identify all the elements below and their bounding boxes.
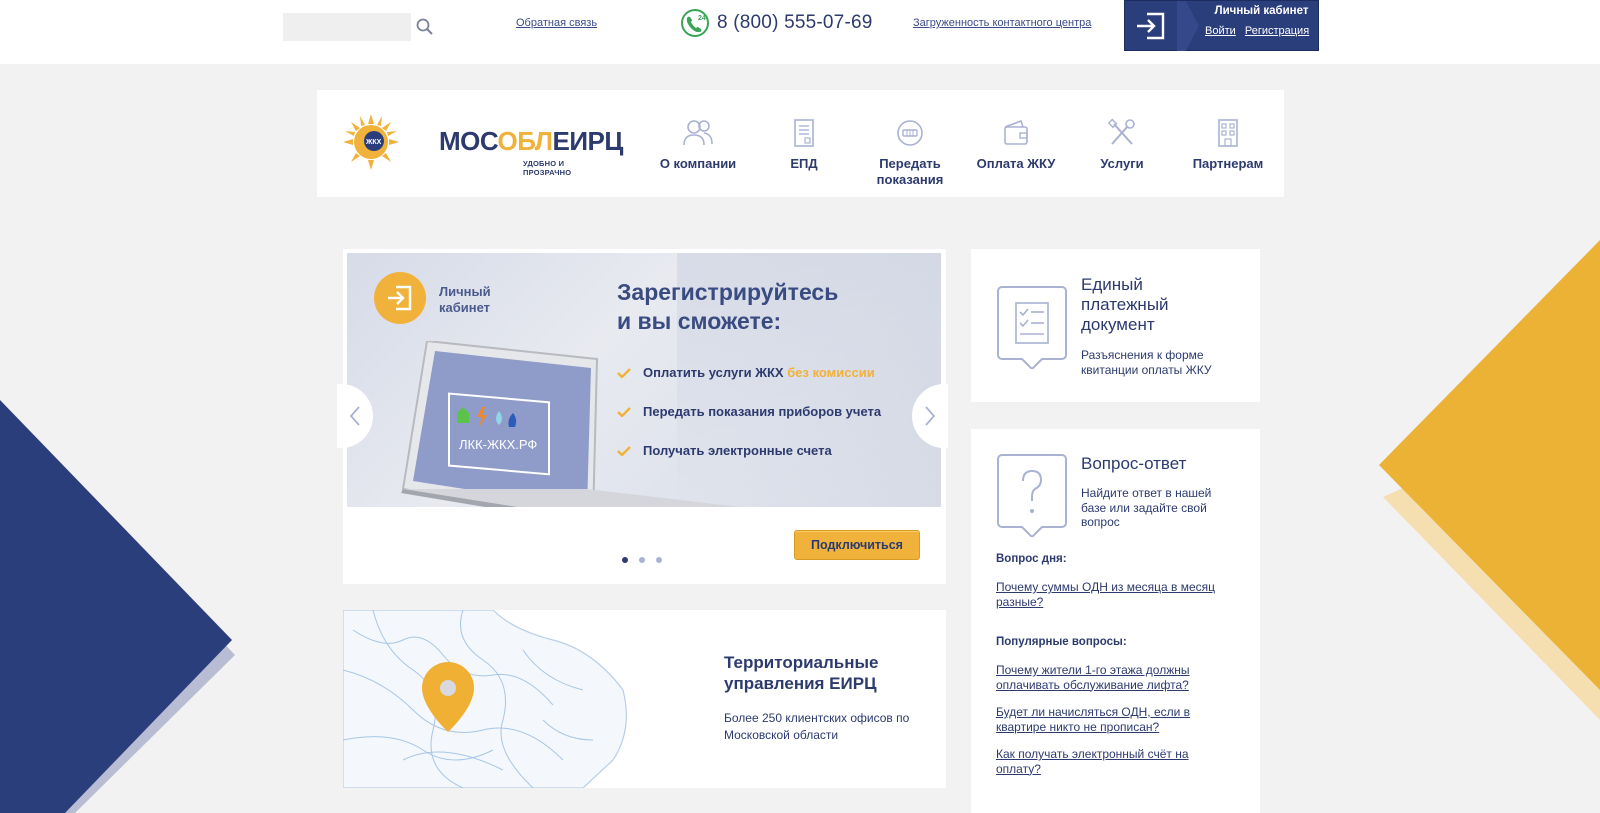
building-icon: [1218, 119, 1238, 147]
promo-slider: Личный кабинет Зарегистрируйтесь и вы см…: [337, 249, 948, 584]
search-icon[interactable]: [415, 17, 435, 37]
nav-services[interactable]: Услуги: [1069, 118, 1175, 172]
feedback-link[interactable]: Обратная связь: [516, 17, 597, 29]
register-link[interactable]: Регистрация: [1245, 25, 1309, 37]
faq-card-title: Вопрос-ответ: [1081, 454, 1187, 473]
nav-services-label: Услуги: [1100, 156, 1144, 171]
epd-card-desc: Разъяснения к форме квитанции оплаты ЖКУ: [1081, 348, 1212, 377]
nav-readings-label: Передать показания: [876, 156, 944, 187]
popular-question-link[interactable]: Почему жители 1-го этажа должны оплачива…: [996, 663, 1236, 692]
users-icon: [683, 120, 713, 146]
question-icon: [997, 454, 1067, 537]
nav-epd[interactable]: ЕПД: [751, 118, 857, 172]
slide-title-line1: Зарегистрируйтесь: [617, 279, 839, 305]
account-badge-label: Личный кабинет: [439, 284, 491, 315]
account-badge-icon: [374, 272, 426, 324]
contact-center-load-link[interactable]: Загруженность контактного центра: [913, 17, 1091, 29]
search-input[interactable]: [283, 13, 411, 41]
slider-dot[interactable]: [639, 557, 645, 563]
slider-dot[interactable]: [622, 557, 628, 563]
nav-about-label: О компании: [659, 156, 737, 171]
account-title: Личный кабинет: [1214, 5, 1309, 17]
account-links: Войти Регистрация: [1199, 25, 1309, 37]
laptop-screen-text: ЛКК-ЖКХ.РФ: [459, 437, 537, 452]
logo-part3: ЕИРЦ: [552, 126, 624, 156]
logo[interactable]: ЖКХ МОСОБЛЕИРЦ УДОБНО И ПРОЗРАЧНО: [341, 112, 623, 177]
laptop-illustration: ЛКК-ЖКХ.РФ: [401, 341, 740, 507]
nav-readings[interactable]: Передать показания: [857, 118, 963, 188]
slider-pagination: [622, 557, 662, 563]
wallet-icon: [1004, 119, 1028, 145]
nav-payment[interactable]: Оплата ЖКУ: [963, 118, 1069, 172]
document-icon: [794, 119, 814, 147]
map-card-desc: Более 250 клиентских офисов по Московско…: [724, 711, 910, 742]
panel-divider: [1177, 1, 1199, 51]
phone-24-icon: 24: [681, 9, 709, 37]
hotline-phone: 24 8 (800) 555-07-69: [681, 8, 873, 38]
slider-dot[interactable]: [656, 557, 662, 563]
tools-icon: [1107, 118, 1135, 145]
faq-card: Вопрос-ответ Найдите ответ в нашей базе …: [971, 429, 1260, 813]
nav-epd-label: ЕПД: [790, 156, 818, 171]
meter-icon: [897, 120, 923, 146]
logo-part2: ОБЛ: [497, 126, 554, 156]
popular-questions-label: Популярные вопросы:: [996, 636, 1127, 648]
chevron-left-icon: [349, 406, 360, 426]
region-map-image: [343, 610, 627, 788]
logo-part1: МОС: [439, 126, 498, 156]
question-of-day-label: Вопрос дня:: [996, 553, 1067, 565]
faq-card-desc: Найдите ответ в нашей базе или задайте с…: [1081, 486, 1212, 529]
main-nav: ЖКХ МОСОБЛЕИРЦ УДОБНО И ПРОЗРАЧНО О комп…: [317, 90, 1284, 197]
map-card-title: Территориальные управления ЕИРЦ: [724, 653, 879, 693]
question-of-day-link[interactable]: Почему суммы ОДН из месяца в месяц разны…: [996, 580, 1236, 609]
connect-button[interactable]: Подключиться: [794, 530, 920, 560]
account-panel: Личный кабинет Войти Регистрация: [1124, 0, 1319, 51]
sun-logo-text: ЖКХ: [365, 139, 382, 146]
territorial-offices-card[interactable]: Территориальные управления ЕИРЦ Более 25…: [343, 610, 946, 788]
epd-card-title: Единый платежный документ: [1081, 275, 1169, 334]
decorative-right-triangle: [1379, 240, 1600, 720]
slide-title-line2: и вы сможете:: [617, 308, 782, 334]
nav-about[interactable]: О компании: [645, 118, 751, 172]
phone-number: 8 (800) 555-07-69: [717, 12, 873, 33]
benefit-accent: без комиссии: [787, 365, 875, 380]
top-bar: Обратная связь 24 8 (800) 555-07-69 Загр…: [0, 0, 1600, 64]
decorative-left-triangle: [0, 400, 235, 813]
nav-partners[interactable]: Партнерам: [1175, 118, 1281, 172]
sun-logo-icon: ЖКХ: [343, 114, 399, 170]
chevron-right-icon: [925, 406, 936, 426]
slide: Личный кабинет Зарегистрируйтесь и вы см…: [347, 253, 941, 507]
logo-tagline: УДОБНО И ПРОЗРАЧНО: [523, 159, 572, 177]
phone-badge: 24: [698, 15, 706, 22]
checklist-icon: [997, 286, 1067, 369]
logo-wordmark: МОСОБЛЕИРЦ: [439, 126, 623, 157]
login-icon[interactable]: [1125, 1, 1177, 51]
popular-question-link[interactable]: Будет ли начисляться ОДН, если в квартир…: [996, 705, 1236, 734]
epd-card[interactable]: Единый платежный документ Разъяснения к …: [971, 249, 1260, 402]
slide-title: Зарегистрируйтесь и вы сможете:: [617, 278, 917, 336]
nav-partners-label: Партнерам: [1192, 156, 1264, 171]
popular-question-link[interactable]: Как получать электронный счёт на оплату?: [996, 747, 1236, 776]
nav-payment-label: Оплата ЖКУ: [976, 156, 1056, 171]
login-link[interactable]: Войти: [1205, 25, 1236, 37]
